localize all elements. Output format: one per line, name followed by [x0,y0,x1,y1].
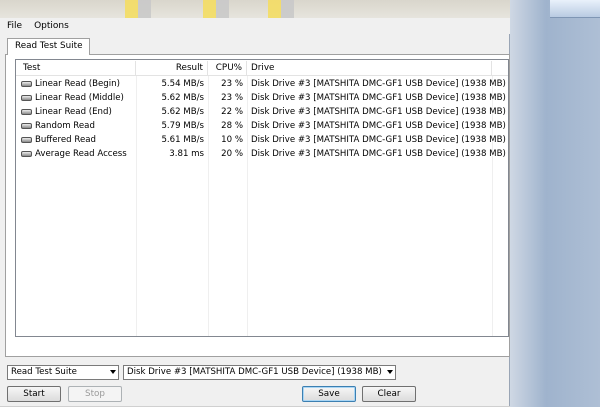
test-name: Linear Read (Begin) [35,79,120,89]
cell-drive: Disk Drive #3 [MATSHITA DMC-GF1 USB Devi… [251,79,506,89]
desktop-thumbnail [268,0,294,20]
chevron-down-icon [387,370,393,374]
cell-result: 5.61 MB/s [161,135,204,145]
drive-icon [21,80,32,87]
table-row[interactable]: Random Read 5.79 MB/s 28 % Disk Drive #3… [16,119,508,133]
cell-cpu: 22 % [221,107,243,117]
list-rows: Linear Read (Begin) 5.54 MB/s 23 % Disk … [16,77,508,161]
background-window-titlebar [550,0,600,18]
test-name: Random Read [35,121,95,131]
cell-result: 5.62 MB/s [161,107,204,117]
test-name: Buffered Read [35,135,96,145]
drive-icon [21,94,32,101]
cell-test: Buffered Read [16,133,136,147]
cell-result: 5.79 MB/s [161,121,204,131]
cell-test: Linear Read (End) [16,105,136,119]
cell-test: Average Read Access [16,147,136,161]
cell-result: 5.62 MB/s [161,93,204,103]
save-button[interactable]: Save [302,386,356,402]
drive-icon [21,108,32,115]
table-row[interactable]: Average Read Access 3.81 ms 20 % Disk Dr… [16,147,508,161]
table-row[interactable]: Linear Read (Begin) 5.54 MB/s 23 % Disk … [16,77,508,91]
cell-drive: Disk Drive #3 [MATSHITA DMC-GF1 USB Devi… [251,149,506,159]
column-header-drive[interactable]: Drive [247,61,492,75]
menu-file[interactable]: File [0,21,27,31]
suite-select[interactable]: Read Test Suite [7,365,119,380]
column-header-result[interactable]: Result [136,61,208,75]
control-area: Read Test Suite Disk Drive #3 [MATSHITA … [0,360,510,407]
suite-select-value: Read Test Suite [11,367,77,377]
menu-options[interactable]: Options [27,21,74,31]
tab-panel: Test Result CPU% Drive Linear Read (Begi… [5,54,510,357]
cell-cpu: 20 % [221,149,243,159]
drive-icon [21,136,32,143]
chevron-down-icon [110,370,116,374]
list-header: Test Result CPU% Drive [16,60,508,76]
desktop-thumbnail [203,0,229,20]
stop-button[interactable]: Stop [68,386,122,402]
cell-test: Linear Read (Begin) [16,77,136,91]
desktop-thumbnail [125,0,151,20]
cell-drive: Disk Drive #3 [MATSHITA DMC-GF1 USB Devi… [251,93,506,103]
drive-select-value: Disk Drive #3 [MATSHITA DMC-GF1 USB Devi… [127,367,382,377]
cell-drive: Disk Drive #3 [MATSHITA DMC-GF1 USB Devi… [251,107,506,117]
drive-icon [21,150,32,157]
cell-result: 3.81 ms [169,149,204,159]
table-row[interactable]: Buffered Read 5.61 MB/s 10 % Disk Drive … [16,133,508,147]
results-list[interactable]: Test Result CPU% Drive Linear Read (Begi… [15,59,509,337]
clear-button[interactable]: Clear [362,386,416,402]
test-name: Linear Read (End) [35,107,112,117]
column-header-test[interactable]: Test [16,61,136,75]
table-row[interactable]: Linear Read (Middle) 5.62 MB/s 23 % Disk… [16,91,508,105]
menu-bar: File Options [0,18,510,34]
cell-cpu: 28 % [221,121,243,131]
cell-drive: Disk Drive #3 [MATSHITA DMC-GF1 USB Devi… [251,135,506,145]
column-header-cpu[interactable]: CPU% [208,61,247,75]
cell-cpu: 10 % [221,135,243,145]
drive-select[interactable]: Disk Drive #3 [MATSHITA DMC-GF1 USB Devi… [123,365,396,380]
app-window: File Options Read Test Suite Test Result… [0,18,510,407]
cell-cpu: 23 % [221,93,243,103]
test-name: Linear Read (Middle) [35,93,124,103]
tab-read-test-suite[interactable]: Read Test Suite [7,38,91,55]
test-name: Average Read Access [35,149,127,159]
cell-drive: Disk Drive #3 [MATSHITA DMC-GF1 USB Devi… [251,121,506,131]
background-window [510,0,600,407]
start-button[interactable]: Start [7,386,61,402]
cell-cpu: 23 % [221,79,243,89]
cell-test: Random Read [16,119,136,133]
cell-result: 5.54 MB/s [161,79,204,89]
cell-test: Linear Read (Middle) [16,91,136,105]
drive-icon [21,122,32,129]
table-row[interactable]: Linear Read (End) 5.62 MB/s 22 % Disk Dr… [16,105,508,119]
